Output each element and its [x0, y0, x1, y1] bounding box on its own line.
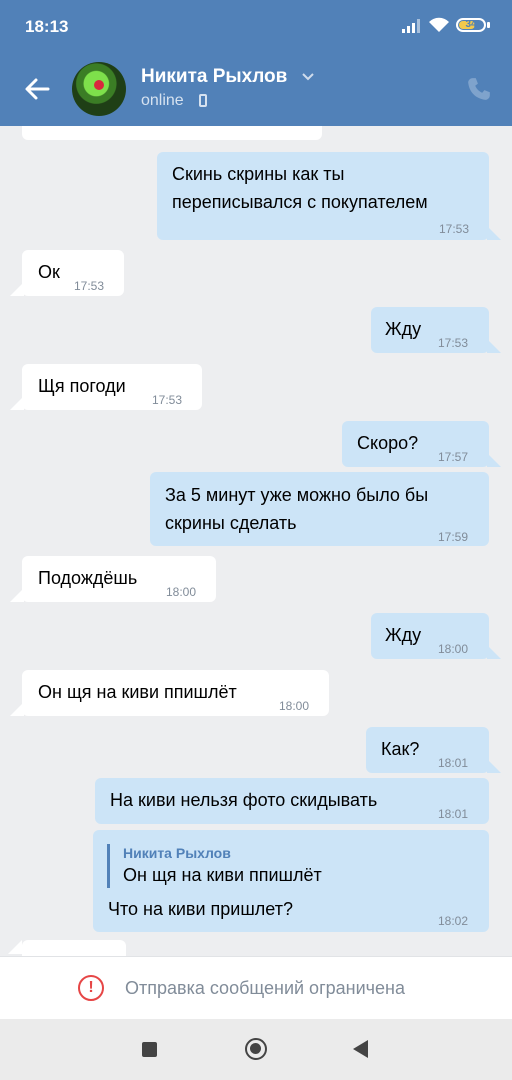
message-bubble-outgoing[interactable]: Скинь скрины как ты переписывался с покуп…	[157, 152, 489, 240]
message-text: Что на киви пришлет?	[108, 899, 293, 919]
message-text: Как?	[381, 739, 420, 759]
bubble-tail	[10, 282, 24, 296]
battery-level: 34	[465, 19, 477, 30]
message-text: Скоро?	[357, 433, 419, 453]
message-bubble-incoming[interactable]: Подождёшь 18:00	[22, 556, 216, 602]
message-time: 18:01	[438, 807, 469, 821]
message-list[interactable]: Скинь скрины как ты переписывался с покуп…	[0, 126, 512, 956]
message-text: На киви нельзя фото скидывать	[110, 790, 378, 810]
message-text: Он щя на киви ппишлёт	[38, 682, 237, 702]
message-bubble-incoming[interactable]: Щя погоди 17:53	[22, 364, 202, 410]
message-time: 18:00	[279, 699, 310, 713]
message-time: 18:00	[166, 585, 197, 599]
message-bubble-outgoing[interactable]: На киви нельзя фото скидывать 18:01	[95, 778, 489, 824]
message-time: 17:59	[438, 530, 469, 544]
message-text: Жду	[385, 625, 422, 645]
home-icon[interactable]	[245, 1038, 267, 1060]
recent-apps-icon[interactable]	[142, 1042, 157, 1057]
wifi-icon	[429, 17, 449, 32]
signal-icon	[402, 19, 420, 33]
contact-avatar[interactable]	[72, 62, 126, 116]
battery-icon: 34	[456, 18, 486, 32]
message-bubble-outgoing[interactable]: Как? 18:01	[366, 727, 489, 773]
message-text: Щя погоди	[38, 376, 126, 396]
message-bubble-outgoing[interactable]: Жду 18:00	[371, 613, 489, 659]
reply-quoted-text: Он щя на киви ппишлёт	[123, 865, 322, 885]
mobile-device-icon	[199, 94, 207, 107]
message-bubble-outgoing[interactable]: За 5 минут уже можно было бы скрины сдела…	[150, 472, 489, 546]
message-bubble-outgoing[interactable]: Жду 17:53	[371, 307, 489, 353]
message-text: Скинь скрины как ты	[172, 164, 345, 184]
message-time: 18:02	[438, 914, 469, 928]
message-time: 17:53	[439, 222, 470, 236]
message-text: За 5 минут уже можно было бы	[165, 485, 429, 505]
back-icon[interactable]	[353, 1040, 368, 1058]
bubble-tail	[487, 645, 501, 659]
bubble-tail	[487, 226, 501, 240]
bubble-tail	[10, 702, 24, 716]
chevron-down-icon[interactable]	[302, 72, 314, 82]
back-arrow-icon[interactable]	[22, 74, 52, 104]
message-text: скрины сделать	[165, 513, 297, 533]
message-text: Подождёшь	[38, 568, 138, 588]
bubble-tail	[10, 588, 24, 602]
message-bubble-partial[interactable]	[22, 940, 126, 956]
phone-call-icon[interactable]	[466, 76, 492, 102]
message-time: 17:53	[438, 336, 469, 350]
bubble-tail	[10, 396, 24, 410]
message-time: 18:01	[438, 756, 469, 770]
bubble-tail	[487, 453, 501, 467]
bubble-tail	[487, 759, 501, 773]
message-text: Жду	[385, 319, 422, 339]
message-text: Ок	[38, 262, 60, 282]
message-bubble-incoming[interactable]: Ок 17:53	[22, 250, 124, 296]
message-time: 18:00	[438, 642, 469, 656]
message-bubble-partial[interactable]	[22, 126, 322, 140]
message-time: 17:53	[74, 279, 105, 293]
chat-header: 18:13 34 Никита Рыхлов online	[0, 0, 512, 126]
contact-name[interactable]: Никита Рыхлов	[141, 66, 287, 88]
message-bubble-outgoing[interactable]: Никита Рыхлов Он щя на киви ппишлёт Что на…	[93, 830, 489, 932]
contact-status: online	[141, 92, 184, 109]
status-time: 18:13	[25, 17, 69, 36]
status-bar: 18:13 34	[0, 0, 512, 50]
message-bubble-outgoing[interactable]: Скоро? 17:57	[342, 421, 489, 467]
message-text: переписывался с покупателем	[172, 192, 428, 212]
restriction-text: Отправка сообщений ограничена	[125, 978, 405, 998]
message-bubble-incoming[interactable]: Он щя на киви ппишлёт 18:00	[22, 670, 329, 716]
message-time: 17:53	[152, 393, 183, 407]
reply-quote-bar	[107, 844, 110, 888]
restriction-banner: ! Отправка сообщений ограничена	[0, 956, 512, 1019]
bubble-tail	[487, 339, 501, 353]
warning-circle-icon: !	[78, 975, 104, 1001]
message-time: 17:57	[438, 450, 469, 464]
android-nav-bar	[0, 1019, 512, 1080]
